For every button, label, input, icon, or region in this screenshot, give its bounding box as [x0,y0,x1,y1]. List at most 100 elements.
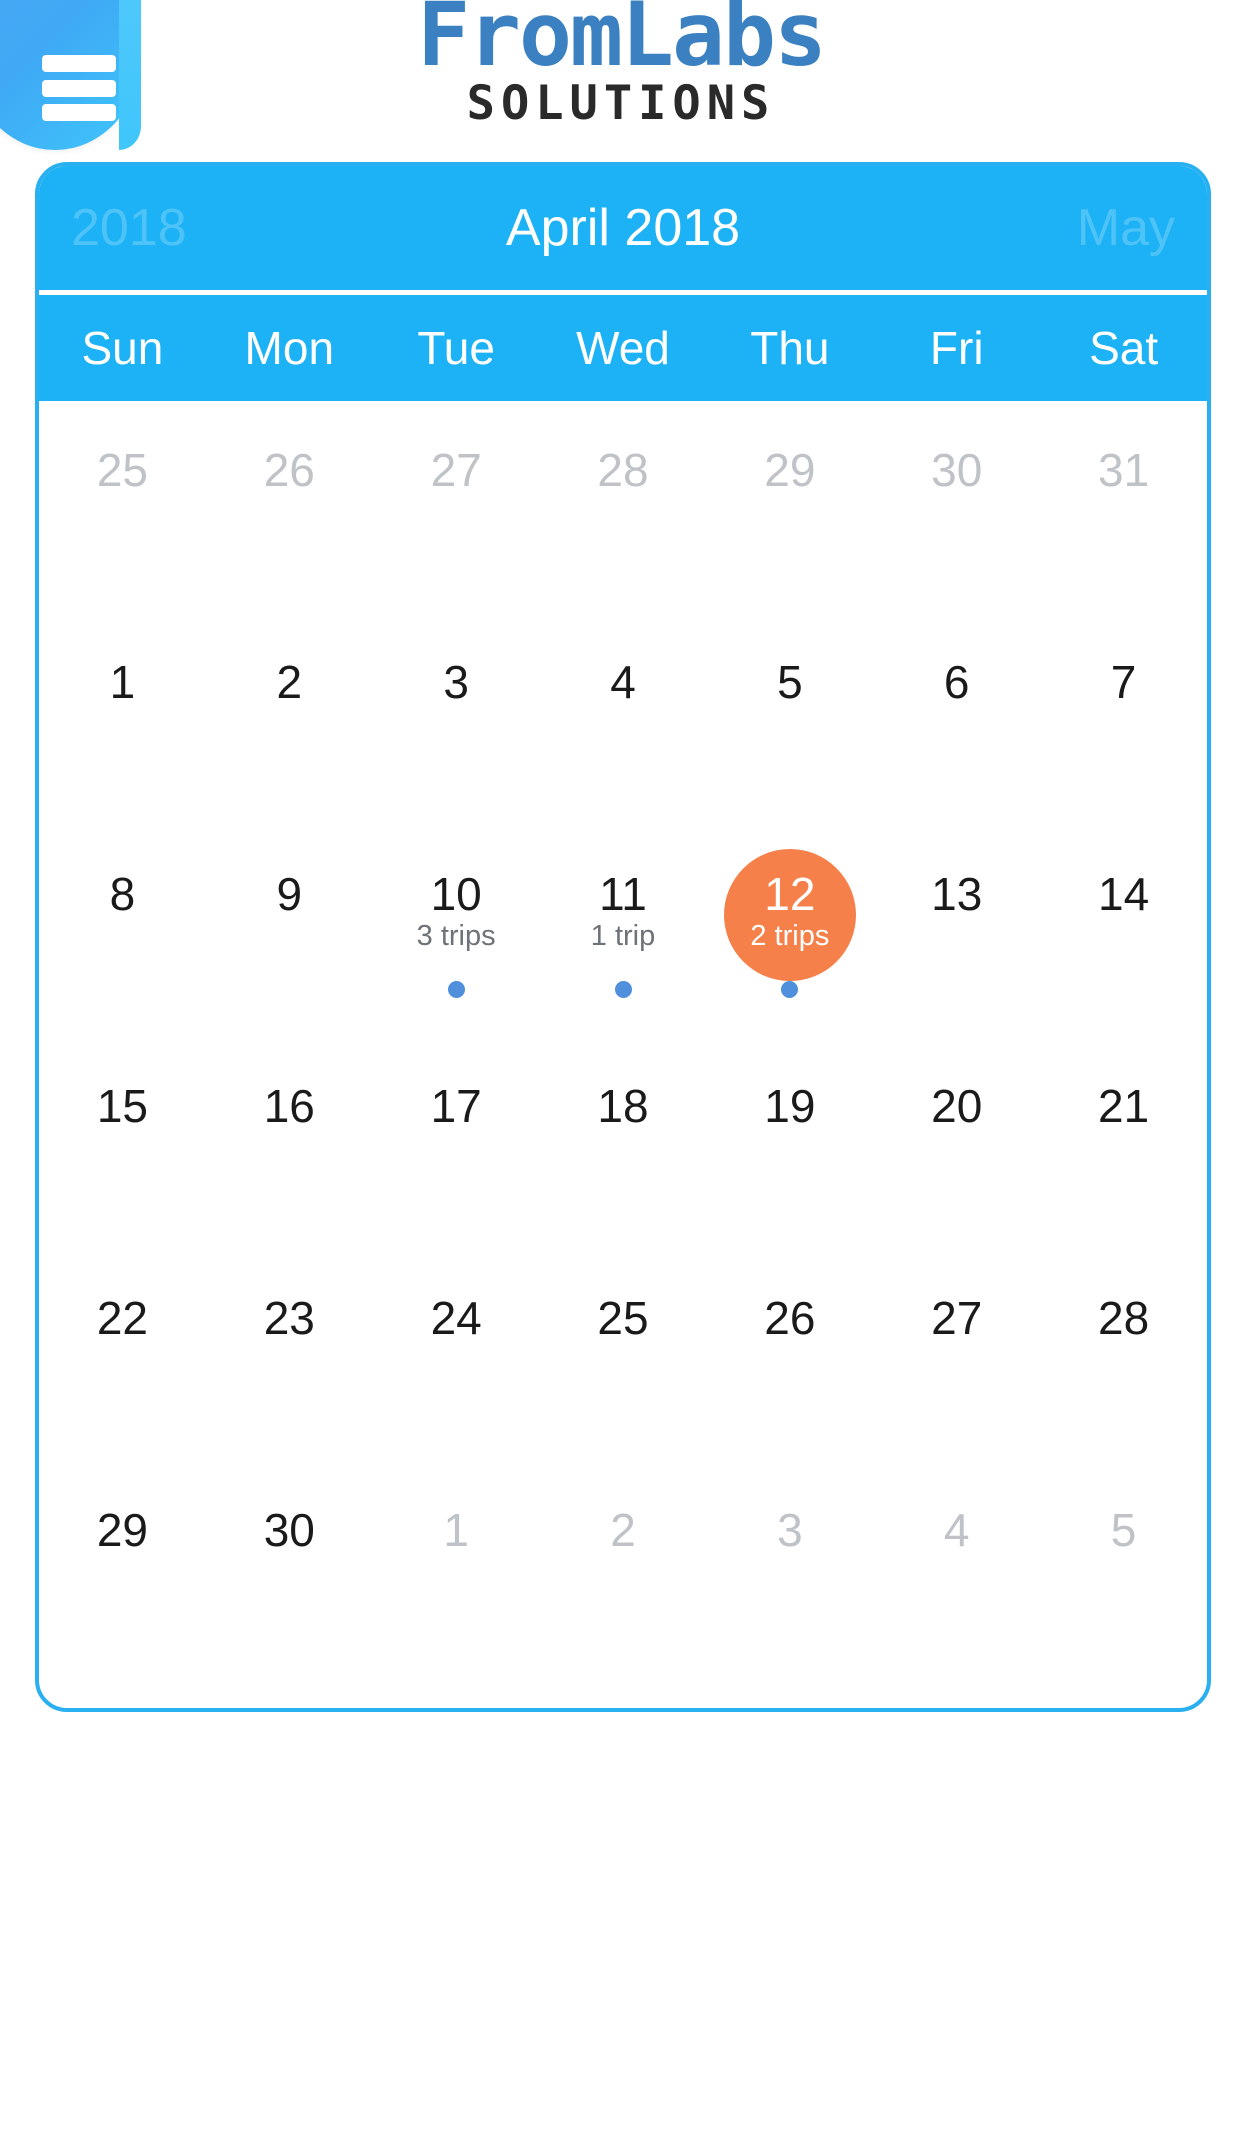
trip-count-label: 2 trips [750,919,830,952]
prev-month-button[interactable]: 2018 [39,202,319,254]
day-number: 27 [430,444,482,496]
calendar-day-cell[interactable]: 11 1 trip [540,827,707,1039]
calendar-day-cell[interactable]: 19 [706,1039,873,1251]
day-number: 31 [1098,444,1150,496]
weekday-label-tue: Tue [417,322,495,374]
weekday-label-fri: Fri [929,322,984,374]
calendar-day-cell[interactable]: 10 3 trips [373,827,540,1039]
app-root: FromLabs SOLUTIONS 2018 April 2018 May S… [0,0,1242,2148]
day-number: 13 [931,868,983,920]
day-number: 15 [96,1080,149,1132]
day-number: 1 [109,656,136,708]
trip-count-label: 1 trip [590,919,656,952]
calendar-day-cell[interactable]: 16 [206,1039,373,1251]
day-number: 2 [610,1504,636,1556]
hamburger-line-1 [42,55,116,72]
weekday-label-sun: Sun [81,322,164,374]
calendar-day-cell[interactable]: 1 [373,1463,540,1675]
calendar-day-cell[interactable]: 2 [206,615,373,827]
calendar-day-cell[interactable]: 31 [1040,403,1207,615]
weekday-label-thu: Thu [750,322,830,374]
day-number: 23 [263,1292,315,1344]
calendar-day-cell[interactable]: 1 [39,615,206,827]
weekday-label-wed: Wed [576,322,670,374]
calendar-day-cell[interactable]: 13 [873,827,1040,1039]
day-number: 24 [430,1292,482,1344]
calendar-day-cell[interactable]: 25 [540,1251,707,1463]
calendar-day-cell[interactable]: 8 [39,827,206,1039]
calendar-week-row: 15 16 17 18 19 20 21 [39,1039,1207,1251]
next-month-button[interactable]: May [927,202,1207,254]
calendar-day-cell[interactable]: 6 [873,615,1040,827]
day-number: 19 [764,1080,816,1132]
day-number: 18 [597,1080,649,1132]
calendar-day-cell[interactable]: 18 [540,1039,707,1251]
calendar-day-cell[interactable]: 30 [873,403,1040,615]
event-indicator-dot [447,980,465,998]
day-number: 14 [1098,868,1150,920]
calendar-day-cell[interactable]: 20 [873,1039,1040,1251]
calendar-day-cell[interactable]: 5 [706,615,873,827]
calendar-card: 2018 April 2018 May Sun Mon Tue Wed Thu Fri Sa… [35,162,1211,1712]
day-number: 1 [443,1504,469,1556]
day-number: 26 [263,444,315,496]
calendar-day-cell[interactable]: 14 [1040,827,1207,1039]
calendar-day-cell[interactable]: 29 [39,1463,206,1675]
calendar-day-cell[interactable]: 7 [1040,615,1207,827]
calendar-day-cell[interactable]: 17 [373,1039,540,1251]
day-number: 26 [764,1292,816,1344]
calendar-day-cell[interactable]: 2 [540,1463,707,1675]
day-number: 30 [263,1504,315,1556]
brand-logo: FromLabs SOLUTIONS [0,0,1242,131]
calendar-week-row: 8 9 10 3 trips 11 1 trip 12 2 trips 13 14 [39,827,1207,1039]
event-indicator-dot [781,980,799,998]
hamburger-line-3 [42,104,116,121]
calendar-day-cell[interactable]: 23 [206,1251,373,1463]
trip-count-label: 3 trips [416,919,496,952]
calendar-header: 2018 April 2018 May [39,166,1207,290]
calendar-day-cell[interactable]: 12 2 trips [706,827,873,1039]
calendar-day-cell[interactable]: 24 [373,1251,540,1463]
calendar-day-cell[interactable]: 28 [540,403,707,615]
day-number: 7 [1110,656,1137,708]
day-number: 30 [931,444,983,496]
day-number: 16 [263,1080,315,1132]
calendar-week-row: 25 26 27 28 29 30 31 [39,403,1207,615]
calendar-week-row: 29 30 1 2 3 4 5 [39,1463,1207,1675]
calendar-day-cell[interactable]: 28 [1040,1251,1207,1463]
calendar-day-cell[interactable]: 9 [206,827,373,1039]
calendar-day-cell[interactable]: 29 [706,403,873,615]
calendar-day-cell[interactable]: 26 [206,403,373,615]
day-number: 28 [1098,1292,1150,1344]
day-number: 25 [597,1292,649,1344]
calendar-day-cell[interactable]: 3 [706,1463,873,1675]
calendar-day-cell[interactable]: 15 [39,1039,206,1251]
calendar-day-cell[interactable]: 25 [39,403,206,615]
calendar-day-cell[interactable]: 22 [39,1251,206,1463]
event-indicator-dot [614,980,632,998]
day-number: 29 [764,444,816,496]
calendar-day-cell[interactable]: 21 [1040,1039,1207,1251]
calendar-day-cell[interactable]: 4 [540,615,707,827]
calendar-day-cell[interactable]: 3 [373,615,540,827]
calendar-day-cell[interactable]: 27 [873,1251,1040,1463]
calendar-week-row: 1 2 3 4 5 6 7 [39,615,1207,827]
day-number: 25 [96,444,149,496]
brand-name: FromLabs [417,0,827,86]
calendar-day-cell[interactable]: 27 [373,403,540,615]
calendar-day-cell[interactable]: 4 [873,1463,1040,1675]
top-bar: FromLabs SOLUTIONS [0,0,1242,155]
day-number: 2 [276,656,303,708]
day-number: 3 [443,656,469,708]
calendar-grid: 25 26 27 28 29 30 31 1 2 3 4 5 6 7 8 9 10 3 trips 11 1 trip… [39,401,1207,1675]
hamburger-menu-icon[interactable] [42,55,116,121]
day-number: 28 [597,444,649,496]
calendar-day-cell[interactable]: 5 [1040,1463,1207,1675]
day-number: 9 [276,868,303,920]
calendar-day-cell[interactable]: 26 [706,1251,873,1463]
day-number: 5 [1110,1504,1137,1556]
day-number: 12 [764,868,816,920]
day-number: 5 [777,656,803,708]
day-number: 27 [931,1292,983,1344]
calendar-day-cell[interactable]: 30 [206,1463,373,1675]
